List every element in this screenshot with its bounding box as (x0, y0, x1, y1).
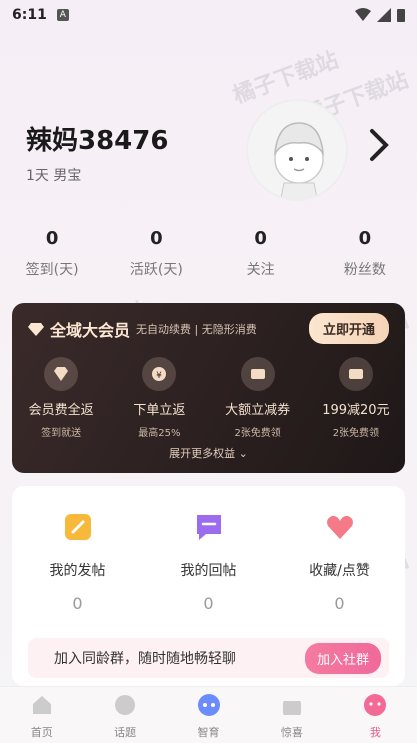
me-face-icon (364, 694, 387, 716)
vip-benefit-desc: 2张免费领 (234, 428, 281, 439)
act-label: 我的回帖 (180, 563, 237, 579)
vip-benefit[interactable]: 大额立减券 2张免费领 (209, 357, 307, 439)
reply-chat-icon (196, 515, 221, 540)
home-icon (32, 696, 51, 714)
vip-card: 全域大会员 无自动续费 | 无隐形消费 立即开通 会员费全返 签到就送 ¥ 下单… (12, 303, 405, 473)
vip-benefits: 会员费全返 签到就送 ¥ 下单立返 最高25% 大额立减券 2张免费领 199减… (12, 357, 405, 439)
profile-header[interactable]: 辣妈38476 1天 男宝 (26, 95, 417, 205)
tab-label: 话题 (114, 726, 137, 739)
act-count: 0 (72, 594, 83, 613)
tab-me[interactable]: 我 (334, 687, 417, 743)
vip-more-label: 展开更多权益 (169, 447, 236, 460)
tab-label: 首页 (30, 726, 53, 739)
status-time: 6:11 (12, 7, 47, 23)
vip-header: 全域大会员 无自动续费 | 无隐形消费 (28, 317, 257, 341)
tab-label: 惊喜 (280, 726, 303, 739)
act-count: 0 (203, 594, 214, 613)
stat-followers[interactable]: 0 粉丝数 (313, 228, 417, 279)
yen-coin-icon: ¥ (142, 357, 177, 391)
act-label: 我的发帖 (49, 563, 106, 579)
group-text: 加入同龄群，随时随地畅轻聊 (54, 651, 236, 667)
avatar[interactable] (246, 99, 348, 201)
vip-benefit-desc: 最高25% (138, 428, 181, 439)
vip-benefit[interactable]: 会员费全返 签到就送 (12, 357, 110, 439)
act-label: 收藏/点赞 (309, 563, 370, 579)
my-posts[interactable]: 我的发帖 0 (12, 512, 143, 613)
stat-active[interactable]: 0 活跃(天) (104, 228, 208, 279)
tab-home[interactable]: 首页 (0, 687, 83, 743)
svg-text:¥: ¥ (157, 371, 163, 381)
coupon-icon (240, 357, 275, 391)
diamond-icon (28, 323, 44, 336)
join-group-banner[interactable]: 加入同龄群，随时随地畅轻聊 加入社群 (28, 638, 389, 678)
stat-label: 活跃(天) (129, 262, 183, 278)
vip-benefit-desc: 2张免费领 (332, 428, 380, 439)
stat-label: 粉丝数 (343, 262, 386, 278)
vip-benefit-title: 大额立减券 (225, 403, 291, 418)
notification-icon: A (56, 9, 69, 21)
wifi-icon (355, 8, 371, 21)
my-favorites[interactable]: 收藏/点赞 0 (274, 512, 405, 613)
vip-expand-more[interactable]: 展开更多权益 ⌄ (12, 445, 405, 461)
join-group-button[interactable]: 加入社群 (304, 642, 381, 674)
bottom-tab-bar: 首页 话题 智育 惊喜 我 (0, 686, 417, 743)
stat-label: 签到(天) (25, 262, 79, 278)
tab-label: 我 (369, 726, 381, 739)
tab-topics[interactable]: 话题 (83, 687, 166, 743)
vip-benefit-title: 199减20元 (322, 403, 390, 418)
profile-info: 1天 男宝 (26, 168, 82, 184)
vip-benefit[interactable]: 199减20元 2张免费领 (307, 357, 405, 439)
vip-open-button[interactable]: 立即开通 (308, 313, 389, 344)
my-activity-card: 我的发帖 0 我的回帖 0 收藏/点赞 0 加入同龄群，随时随地畅轻聊 加入社群 (12, 486, 405, 686)
chevron-right-icon[interactable] (364, 125, 394, 165)
smile-icon (115, 695, 136, 715)
stat-label: 关注 (246, 262, 275, 278)
tab-smart-edu[interactable]: 智育 (167, 687, 250, 743)
gift-icon (282, 701, 301, 715)
vip-benefit-title: 会员费全返 (28, 403, 94, 418)
signal-icon (377, 8, 391, 22)
stat-checkin[interactable]: 0 签到(天) (0, 228, 104, 279)
yen-diamond-icon (44, 357, 79, 391)
vip-benefit[interactable]: ¥ 下单立返 最高25% (110, 357, 208, 439)
my-replies[interactable]: 我的回帖 0 (143, 512, 274, 613)
act-count: 0 (334, 594, 345, 613)
chevron-down-icon: ⌄ (238, 447, 248, 460)
edit-post-icon (64, 514, 91, 540)
vip-benefit-desc: 签到就送 (41, 428, 82, 439)
status-bar: 6:11 A (0, 0, 417, 30)
stat-following[interactable]: 0 关注 (209, 228, 313, 279)
heart-icon (326, 515, 353, 539)
tab-surprise[interactable]: 惊喜 (250, 687, 333, 743)
vip-benefit-title: 下单立返 (133, 403, 186, 418)
vip-title: 全域大会员 (50, 321, 131, 340)
stats-row: 0 签到(天) 0 活跃(天) 0 关注 0 粉丝数 (0, 228, 417, 279)
vip-subtitle: 无自动续费 | 无隐形消费 (136, 323, 257, 336)
robot-icon (197, 694, 220, 716)
avatar-girl-icon (273, 122, 325, 199)
ticket-icon (338, 357, 373, 391)
stat-value: 0 (45, 228, 59, 249)
stat-value: 0 (358, 228, 372, 249)
battery-icon (397, 9, 405, 22)
stat-value: 0 (254, 228, 267, 249)
tab-label: 智育 (197, 726, 220, 739)
stat-value: 0 (150, 228, 163, 249)
username: 辣妈38476 (26, 126, 169, 156)
